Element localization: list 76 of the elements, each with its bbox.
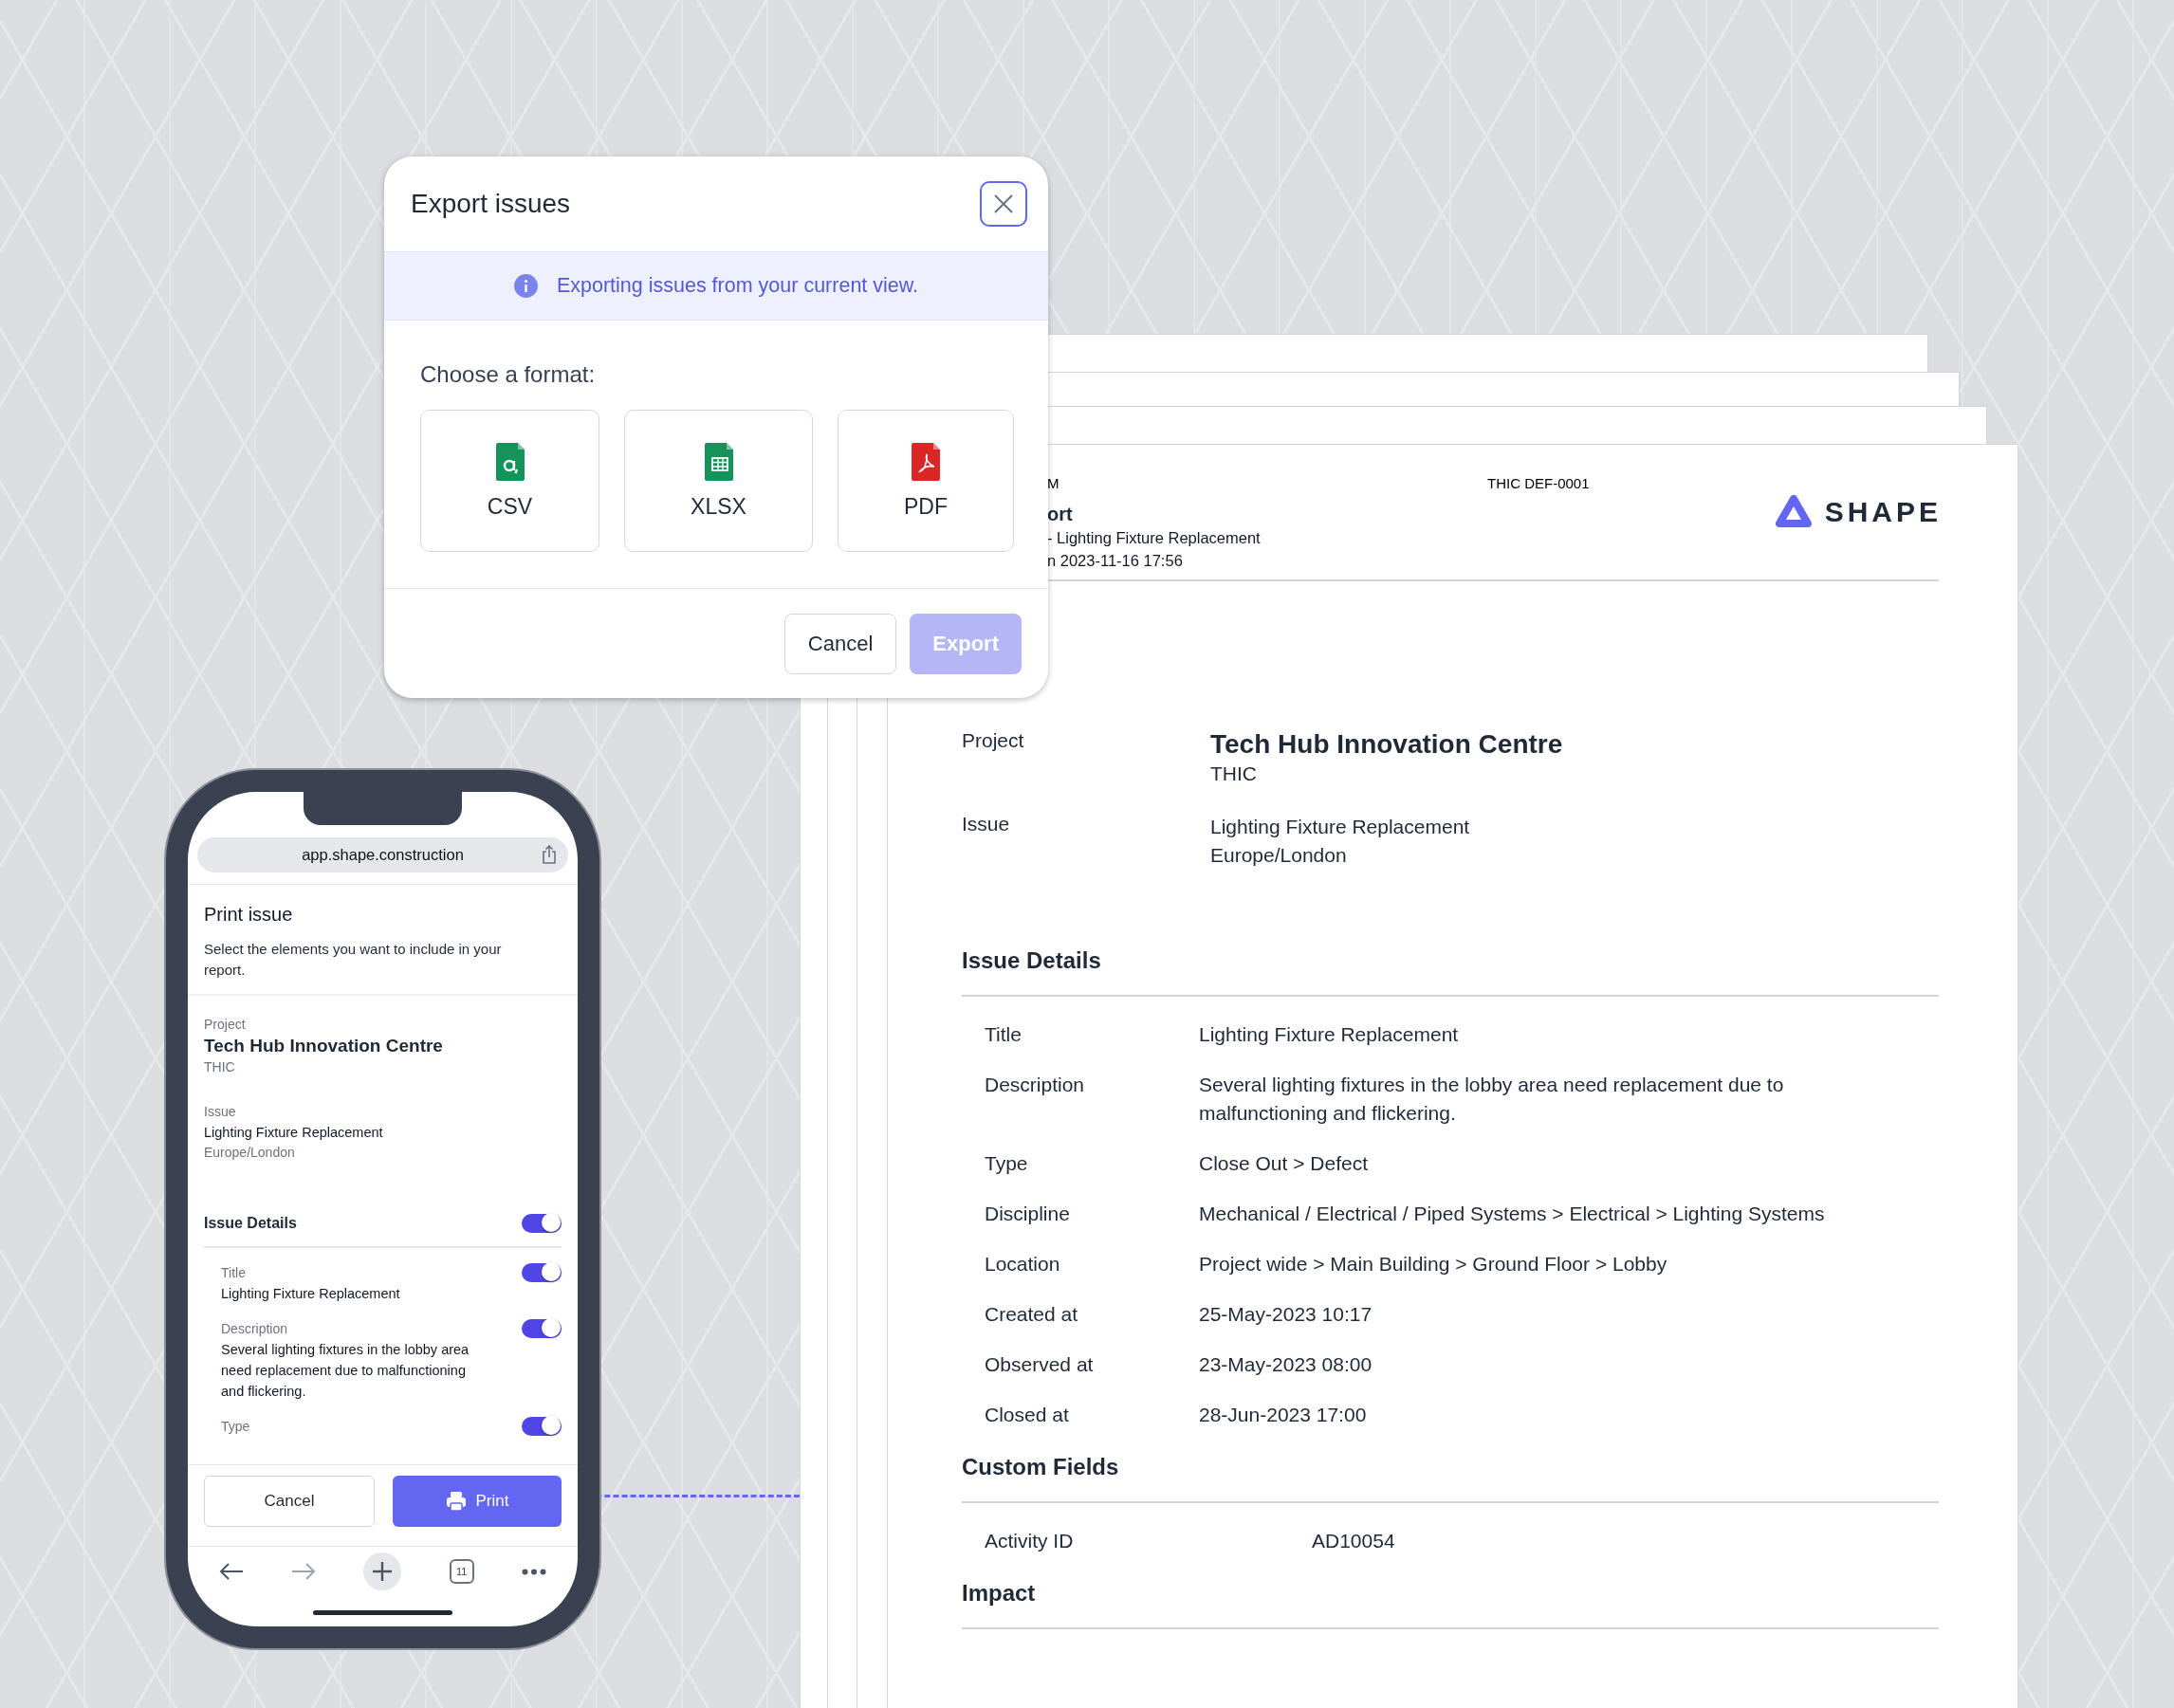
field-value: Close Out > Defect (1199, 1151, 1369, 1176)
format-option[interactable]: XLSX (624, 410, 813, 552)
field-label: Observed at (985, 1352, 1095, 1377)
field-label: Project (962, 729, 1025, 753)
toggle-switch[interactable] (522, 1214, 562, 1233)
section-heading: Impact (962, 1580, 1037, 1607)
project-code: THIC (204, 1058, 236, 1076)
section-heading: Issue Details (962, 947, 1102, 974)
field-value: Mechanical / Electrical / Piped Systems > Electrical > Lighting Systems (1199, 1202, 1826, 1226)
info-icon (513, 274, 538, 298)
back-arrow-icon[interactable] (219, 1562, 245, 1581)
field-label: Discipline (985, 1202, 1071, 1226)
format-prompt: Choose a format: (420, 360, 596, 389)
field-label: Issue (204, 1103, 237, 1121)
field-label: Issue (962, 813, 1011, 836)
field-value: Lighting Fixture Replacement (221, 1285, 401, 1303)
print-button[interactable]: Print (393, 1476, 562, 1527)
triangle-logo-icon (1775, 495, 1812, 529)
field-label: Description (221, 1320, 289, 1338)
field-label: Title (221, 1264, 247, 1282)
sheet-description: Select the elements you want to include in your report. (204, 940, 503, 980)
field-value: Several lighting fixtures in the lobby area need replacement due to malfunctioning and flickering. (1199, 1073, 1785, 1126)
field-value: Lighting Fixture Replacement (1199, 1022, 1460, 1047)
report-meta: M (1047, 475, 1060, 492)
address-bar[interactable]: app.shape.construction (197, 837, 568, 872)
field-label: Closed at (985, 1403, 1070, 1427)
printer-icon (445, 1491, 467, 1512)
field-value: 28-Jun-2023 17:00 (1199, 1403, 1368, 1427)
cancel-button[interactable]: Cancel (783, 614, 897, 674)
report-subtitle: - Lighting Fixture Replacement (1047, 528, 1262, 548)
format-option[interactable]: PDF (838, 410, 1014, 552)
section-heading: Custom Fields (962, 1454, 1120, 1480)
field-label: Location (985, 1252, 1061, 1276)
plus-icon (372, 1561, 394, 1582)
project-code: THIC (1210, 762, 1258, 786)
timezone-text: Europe/London (204, 1144, 296, 1162)
field-value: 23-May-2023 08:00 (1199, 1352, 1373, 1377)
dialog-title: Export issues (411, 189, 571, 219)
generated-date: n 2023-11-16 17:56 (1047, 551, 1184, 571)
field-label: Type (985, 1151, 1029, 1176)
field-label: Type (221, 1418, 251, 1436)
toggle-switch[interactable] (522, 1263, 562, 1282)
more-icon[interactable] (521, 1568, 546, 1575)
new-tab-button[interactable] (363, 1552, 402, 1590)
field-label: Created at (985, 1302, 1079, 1327)
field-label: Description (985, 1073, 1086, 1097)
field-label: Activity ID (985, 1529, 1075, 1553)
toggle-switch[interactable] (522, 1417, 562, 1436)
report-title: ort (1047, 503, 1074, 526)
field-value: AD10054 (1312, 1529, 1396, 1553)
field-value: 25-May-2023 10:17 (1199, 1302, 1373, 1327)
issue-name: Lighting Fixture Replacement (1210, 815, 1471, 839)
close-button[interactable] (980, 181, 1027, 227)
close-icon (992, 193, 1015, 215)
document-icon (912, 442, 940, 481)
url-text: app.shape.construction (302, 846, 464, 864)
project-name: Tech Hub Innovation Centre (204, 1035, 444, 1057)
sheet-title: Print issue (204, 904, 294, 926)
issue-name: Lighting Fixture Replacement (204, 1124, 384, 1142)
field-value: Project wide > Main Building > Ground Floor > Lobby (1199, 1252, 1668, 1276)
document-id: THIC DEF-0001 (1487, 475, 1591, 492)
brand-name: SHAPE (1824, 496, 1942, 528)
field-label: Project (204, 1016, 247, 1034)
project-name: Tech Hub Innovation Centre (1210, 729, 1564, 760)
field-value: Several lighting fixtures in the lobby area need replacement due to malfunctioning and flickering. (221, 1341, 470, 1401)
share-icon[interactable] (542, 844, 557, 865)
toggle-switch[interactable] (522, 1319, 562, 1338)
document-icon (495, 442, 525, 481)
info-text: Exporting issues from your current view. (556, 274, 919, 298)
field-label: Title (985, 1022, 1023, 1047)
section-title: Issue Details (204, 1215, 297, 1232)
cancel-button[interactable]: Cancel (204, 1476, 375, 1527)
format-option[interactable]: CSV (420, 410, 599, 552)
spreadsheet-icon (704, 442, 733, 481)
timezone-text: Europe/London (1210, 843, 1348, 868)
tabs-button[interactable]: 11 (449, 1559, 474, 1584)
